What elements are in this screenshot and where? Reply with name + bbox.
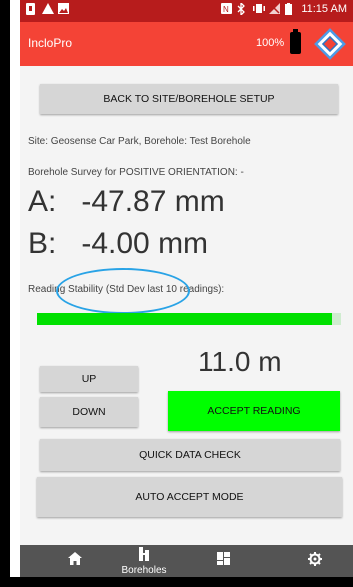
bluetooth-icon [237, 1, 247, 17]
nav-dashboard[interactable] [208, 545, 238, 577]
app-bar: IncloPro 100% [20, 22, 353, 66]
gear-icon [308, 551, 322, 571]
borehole-icon [138, 546, 150, 566]
survey-info: Borehole Survey for POSITIVE ORIENTATION… [28, 167, 244, 178]
device-battery-icon [290, 29, 301, 54]
nfc-icon: N [221, 3, 233, 15]
highlight-annotation [56, 268, 190, 314]
dashboard-icon [216, 552, 230, 570]
nav-settings[interactable] [300, 545, 330, 577]
status-left-icons [26, 3, 69, 15]
sim-icon [26, 3, 36, 15]
clock: 11:15 AM [301, 3, 347, 15]
nav-boreholes-label: Boreholes [121, 564, 167, 576]
logo-icon [312, 26, 348, 62]
no-signal-icon [269, 3, 281, 15]
battery-percent: 100% [256, 37, 285, 49]
stability-bar [37, 313, 341, 325]
battery-icon [285, 3, 295, 15]
home-icon [68, 552, 82, 570]
stability-bar-fill [37, 313, 332, 325]
app-title: IncloPro [28, 36, 73, 50]
auto-accept-mode-button[interactable]: AUTO ACCEPT MODE [37, 477, 342, 517]
nav-boreholes[interactable]: Boreholes [118, 545, 170, 577]
bottom-navigation: Boreholes [20, 545, 353, 577]
vibrate-icon [253, 3, 266, 15]
depth-readout: 11.0 m [198, 346, 282, 377]
up-button[interactable]: UP [40, 366, 138, 392]
warning-icon [42, 3, 54, 15]
status-right-icons: N 11:15 AM [221, 1, 347, 17]
screen: N 11:15 AM IncloPro 100% BACK TO SITE/BO… [20, 0, 353, 577]
device-frame: N 11:15 AM IncloPro 100% BACK TO SITE/BO… [0, 0, 353, 587]
accept-reading-button[interactable]: ACCEPT READING [168, 391, 340, 431]
quick-data-check-button[interactable]: QUICK DATA CHECK [40, 439, 340, 471]
down-button[interactable]: DOWN [40, 397, 138, 427]
nav-home[interactable] [60, 545, 90, 577]
site-info: Site: Geosense Car Park, Borehole: Test … [28, 136, 251, 147]
svg-text:N: N [223, 5, 229, 14]
image-icon [58, 3, 69, 15]
reading-b: B: -4.00 mm [28, 227, 209, 260]
reading-a: A: -47.87 mm [28, 185, 225, 218]
status-bar: N 11:15 AM [20, 0, 353, 22]
back-to-setup-button[interactable]: BACK TO SITE/BOREHOLE SETUP [40, 84, 338, 114]
